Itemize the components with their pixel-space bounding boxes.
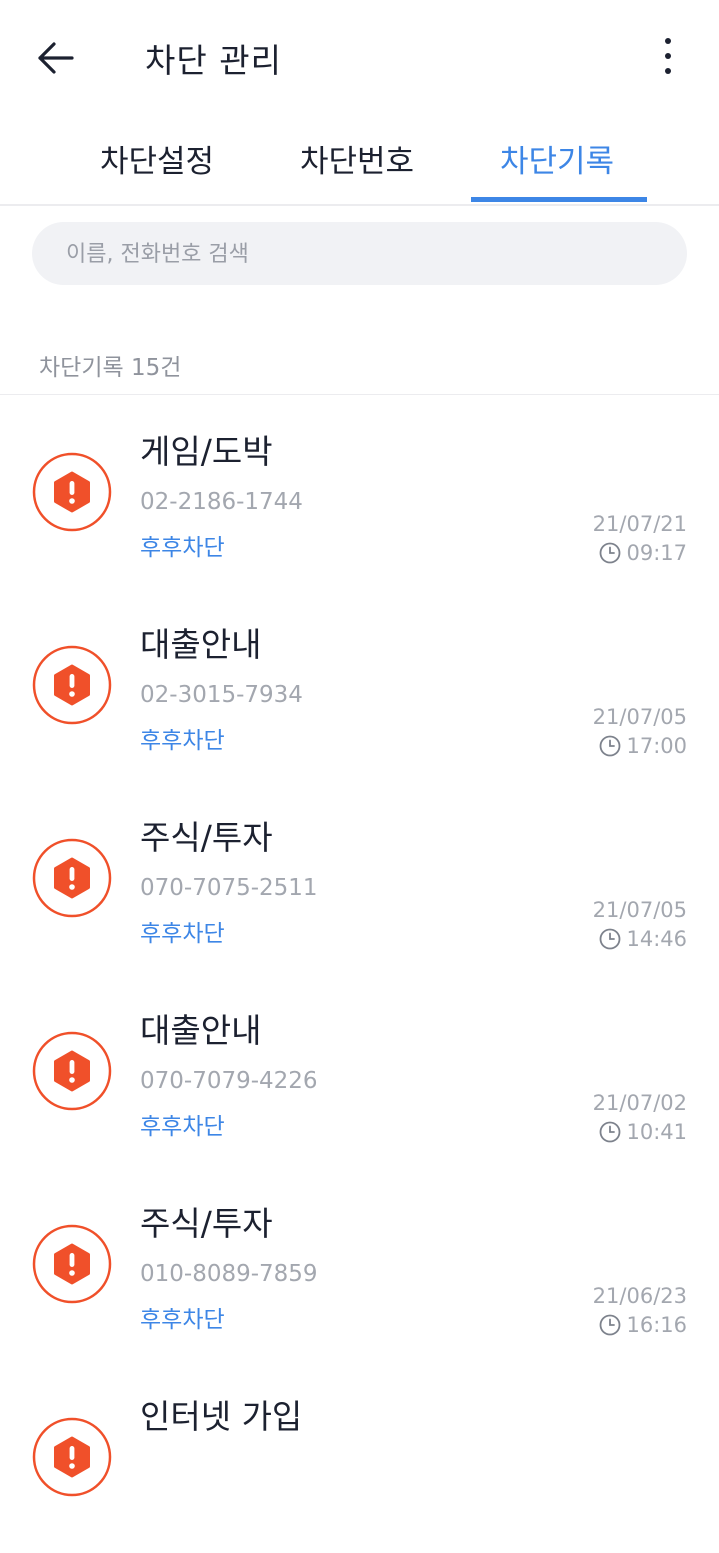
warning-hexagon-icon (32, 1031, 112, 1111)
clock-icon (600, 928, 621, 950)
list-item[interactable]: 대출안내 02-3015-7934 후후차단 21/07/05 17:00 (0, 588, 719, 781)
list-item-time: 09:17 (599, 541, 687, 565)
list-item-date: 21/06/23 (592, 1284, 687, 1308)
clock-icon (600, 1314, 621, 1336)
clock-icon (600, 735, 621, 757)
list-item[interactable]: 게임/도박 02-2186-1744 후후차단 21/07/21 09:17 (0, 395, 719, 588)
list-item-source: 후후차단 (140, 535, 225, 561)
list-item[interactable]: 주식/투자 010-8089-7859 후후차단 21/06/23 16:16 (0, 1167, 719, 1360)
tab-bar: 차단설정 차단번호 차단기록 (0, 112, 719, 206)
list-item-phone: 070-7079-4226 (140, 1068, 318, 1094)
list-item-time-text: 17:00 (626, 734, 687, 758)
list-item-time-text: 10:41 (626, 1120, 687, 1144)
list-item-time-text: 16:16 (626, 1313, 687, 1337)
clock-icon (600, 542, 621, 564)
list-item-source: 후후차단 (140, 921, 225, 947)
list-item-category: 주식/투자 (140, 1204, 273, 1243)
list-item-date: 21/07/02 (592, 1091, 687, 1115)
tab-block-history[interactable]: 차단기록 (500, 136, 614, 181)
arrow-left-icon (38, 42, 74, 74)
list-item-phone: 010-8089-7859 (140, 1261, 318, 1287)
clock-icon (600, 1121, 621, 1143)
list-item[interactable]: 인터넷 가입 (0, 1360, 719, 1553)
list-item-time: 17:00 (599, 734, 687, 758)
list-item-category: 대출안내 (140, 1011, 262, 1050)
list-item-phone: 02-2186-1744 (140, 489, 303, 515)
list-item-source: 후후차단 (140, 1307, 225, 1333)
search-field[interactable] (32, 222, 687, 287)
list-item-phone: 02-3015-7934 (140, 682, 303, 708)
warning-hexagon-icon (32, 1224, 112, 1304)
list-item-date: 21/07/21 (592, 512, 687, 536)
list-item-category: 게임/도박 (140, 432, 273, 471)
list-item-phone: 070-7075-2511 (140, 875, 318, 901)
list-item-category: 주식/투자 (140, 818, 273, 857)
list-item-time: 16:16 (599, 1313, 687, 1337)
list-item-category: 인터넷 가입 (140, 1397, 303, 1436)
list-item-category: 대출안내 (140, 625, 262, 664)
list-item-source: 후후차단 (140, 1114, 225, 1140)
warning-hexagon-icon (32, 1417, 112, 1497)
tab-blocked-numbers[interactable]: 차단번호 (300, 136, 414, 181)
page-title: 차단 관리 (145, 41, 282, 80)
list-item-source: 후후차단 (140, 728, 225, 754)
list-item-date: 21/07/05 (592, 898, 687, 922)
list-item-time: 10:41 (599, 1120, 687, 1144)
active-tab-indicator (471, 197, 647, 202)
list-item-time: 14:46 (599, 927, 687, 951)
list-item[interactable]: 주식/투자 070-7075-2511 후후차단 21/07/05 14:46 (0, 781, 719, 974)
list-item-time-text: 09:17 (626, 541, 687, 565)
more-options-button[interactable] (650, 34, 686, 78)
warning-hexagon-icon (32, 452, 112, 532)
search-input[interactable] (64, 222, 668, 287)
tab-block-settings[interactable]: 차단설정 (100, 136, 214, 181)
back-button[interactable] (34, 36, 78, 80)
history-count-label: 차단기록 15건 (39, 355, 182, 381)
more-vertical-icon (665, 38, 671, 44)
warning-hexagon-icon (32, 645, 112, 725)
list-item-time-text: 14:46 (626, 927, 687, 951)
warning-hexagon-icon (32, 838, 112, 918)
list-item[interactable]: 대출안내 070-7079-4226 후후차단 21/07/02 10:41 (0, 974, 719, 1167)
app-header: 차단 관리 (0, 0, 719, 112)
list-item-date: 21/07/05 (592, 705, 687, 729)
